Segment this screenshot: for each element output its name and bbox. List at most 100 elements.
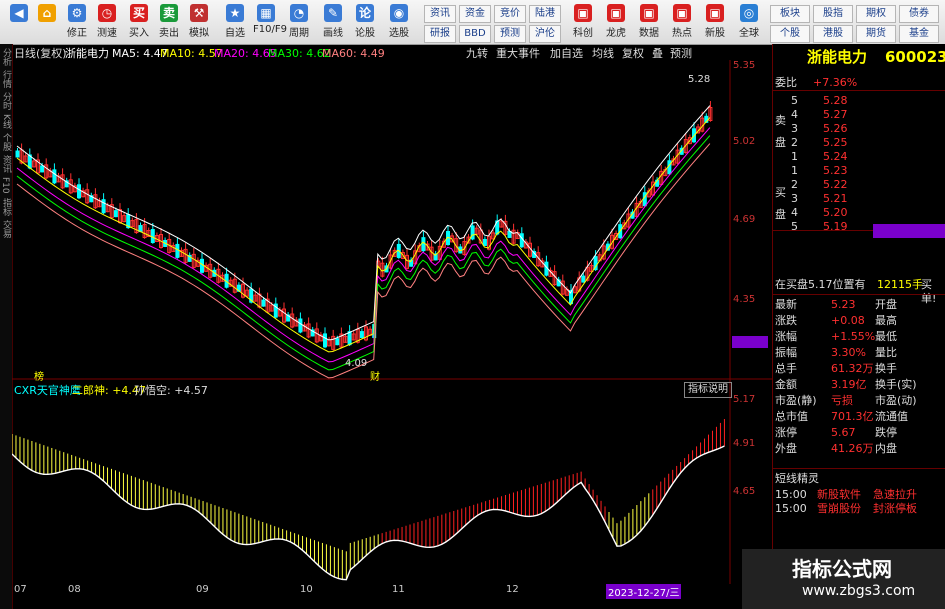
left-tag: 榜 xyxy=(34,372,44,383)
toolbar-button-7[interactable]: ★ 自选 xyxy=(222,2,248,42)
quote-key: 内盘 xyxy=(875,442,897,455)
star-icon: ★ xyxy=(226,4,244,22)
toolbar-button-0[interactable]: ◀ xyxy=(6,2,32,42)
ask-row[interactable]: 2 5.25 xyxy=(773,136,945,150)
mid-tag: 财 xyxy=(370,372,380,383)
quote-key: 市盈(静) xyxy=(775,394,817,407)
ask-row[interactable]: 3 5.26 xyxy=(773,122,945,136)
candle-body xyxy=(77,184,81,199)
price-axis-label: 4.35 xyxy=(733,294,756,305)
toolbar-button-8[interactable]: ▦ F10/F9 xyxy=(253,2,287,42)
x-axis-label: 12 xyxy=(506,584,519,595)
quote-key: 流通值 xyxy=(875,410,908,423)
elf-stock: 新股软件 xyxy=(817,488,861,501)
market-button-2[interactable]: 期权 xyxy=(856,5,896,23)
logo-text: 指标公式网 xyxy=(792,557,892,581)
icon-button-label: 新股 xyxy=(705,28,725,39)
bid-row[interactable]: 2 5.22 xyxy=(773,178,945,192)
quote-key: 跌停 xyxy=(875,426,897,439)
price-axis-label: 5.02 xyxy=(733,136,756,147)
globe-button[interactable]: ◎ 全球 xyxy=(736,2,762,42)
price-chart[interactable] xyxy=(12,44,772,609)
ask-row[interactable]: 5 5.28 xyxy=(773,94,945,108)
app-icon: ▣ xyxy=(640,4,658,22)
elf-time: 15:00 xyxy=(775,488,807,501)
status-mid: 12115手 xyxy=(877,278,923,291)
current-price-marker xyxy=(732,336,768,348)
ask-row[interactable]: 4 5.27 xyxy=(773,108,945,122)
high-annotation: 5.28 xyxy=(688,74,711,85)
ask-level: 2 xyxy=(791,136,798,149)
toolbar-button-3[interactable]: ◷ 测速 xyxy=(94,2,120,42)
divider xyxy=(773,468,945,469)
toolbar-button-6[interactable]: ⚒ 模拟 xyxy=(186,2,212,42)
quote-row: 市盈(静) 亏损 市盈(动) xyxy=(773,394,945,408)
elf-row[interactable]: 15:00 新股软件 急速拉升 xyxy=(773,488,945,502)
toolbar-button-1[interactable]: ⌂ xyxy=(34,2,60,42)
market-button-0[interactable]: 板块 xyxy=(770,5,810,23)
icon-button-0[interactable]: ▣ 科创 xyxy=(570,2,596,42)
toolbar-button-12[interactable]: ◉ 选股 xyxy=(386,2,412,42)
icon-button-3[interactable]: ▣ 热点 xyxy=(669,2,695,42)
market-button-7[interactable]: 基金 xyxy=(899,25,939,43)
quick-button-7[interactable]: 沪伦 xyxy=(529,25,561,43)
low-annotation: 4.09 xyxy=(345,358,368,369)
quote-key: 量比 xyxy=(875,346,897,359)
market-button-5[interactable]: 港股 xyxy=(813,25,853,43)
toolbar-button-4[interactable]: 买买入 xyxy=(126,2,152,42)
quick-button-6[interactable]: 预测 xyxy=(494,25,526,43)
quote-value: 41.26万 xyxy=(831,442,874,455)
elf-row[interactable]: 15:00 雪崩股份 封涨停板 xyxy=(773,502,945,516)
candle-body xyxy=(667,160,672,175)
bid-price: 5.19 xyxy=(823,220,848,233)
quote-key: 换手(实) xyxy=(875,378,917,391)
elf-event: 封涨停板 xyxy=(873,502,917,515)
quote-row: 总市值 701.3亿 流通值 xyxy=(773,410,945,424)
quick-button-1[interactable]: 资金 xyxy=(459,5,491,23)
market-button-3[interactable]: 债券 xyxy=(899,5,939,23)
indicator-name[interactable]: CXR天官神鹰 xyxy=(14,383,81,399)
icon-button-1[interactable]: ▣ 龙虎 xyxy=(603,2,629,42)
bid-price: 5.23 xyxy=(823,164,848,177)
bid-row[interactable]: 4 5.20 xyxy=(773,206,945,220)
quick-button-5[interactable]: BBD xyxy=(459,25,491,43)
toolbar-button-11[interactable]: 论论股 xyxy=(352,2,378,42)
ask-price: 5.26 xyxy=(823,122,848,135)
candle-body xyxy=(581,275,586,283)
forum-icon: 论 xyxy=(356,4,374,22)
quote-key: 涨停 xyxy=(775,426,797,439)
stock-name: 浙能电力 xyxy=(807,48,868,66)
market-button-6[interactable]: 期货 xyxy=(856,25,896,43)
watermark-logo: 指标公式网 www.zbgs3.com xyxy=(742,549,945,609)
ask-row[interactable]: 1 5.24 xyxy=(773,150,945,164)
quick-button-4[interactable]: 研报 xyxy=(424,25,456,43)
quick-button-2[interactable]: 竞价 xyxy=(494,5,526,23)
ask-side-label: 盘 xyxy=(775,136,786,149)
icon-button-2[interactable]: ▣ 数据 xyxy=(636,2,662,42)
app-icon: ▣ xyxy=(706,4,724,22)
market-button-4[interactable]: 个股 xyxy=(770,25,810,43)
indicator-help-button[interactable]: 指标说明 xyxy=(684,382,732,398)
icon-button-4[interactable]: ▣ 新股 xyxy=(702,2,728,42)
toolbar-button-5[interactable]: 卖卖出 xyxy=(156,2,182,42)
ask-level: 4 xyxy=(791,108,798,121)
candle-body xyxy=(470,225,475,240)
market-button-1[interactable]: 股指 xyxy=(813,5,853,23)
price-axis-label: 4.69 xyxy=(733,214,756,225)
bid-side-label: 买 xyxy=(775,186,786,199)
divider xyxy=(773,294,945,295)
toolbar-button-10[interactable]: ✎ 画线 xyxy=(320,2,346,42)
left-tab-6[interactable]: F10 xyxy=(0,177,10,194)
quick-button-3[interactable]: 陆港 xyxy=(529,5,561,23)
toolbar-button-2[interactable]: ⚙ 修正 xyxy=(64,2,90,42)
bid-row[interactable]: 3 5.21 xyxy=(773,192,945,206)
toolbar-button-label: 自选 xyxy=(225,28,245,39)
quote-key: 换手 xyxy=(875,362,897,375)
candle-body xyxy=(335,338,340,346)
quote-key: 总手 xyxy=(775,362,797,375)
ask-level: 5 xyxy=(791,94,798,107)
bid-row[interactable]: 1 5.23 xyxy=(773,164,945,178)
indicator-axis-label: 4.91 xyxy=(733,438,756,449)
toolbar-button-9[interactable]: ◔ 周期 xyxy=(286,2,312,42)
quick-button-0[interactable]: 资讯 xyxy=(424,5,456,23)
